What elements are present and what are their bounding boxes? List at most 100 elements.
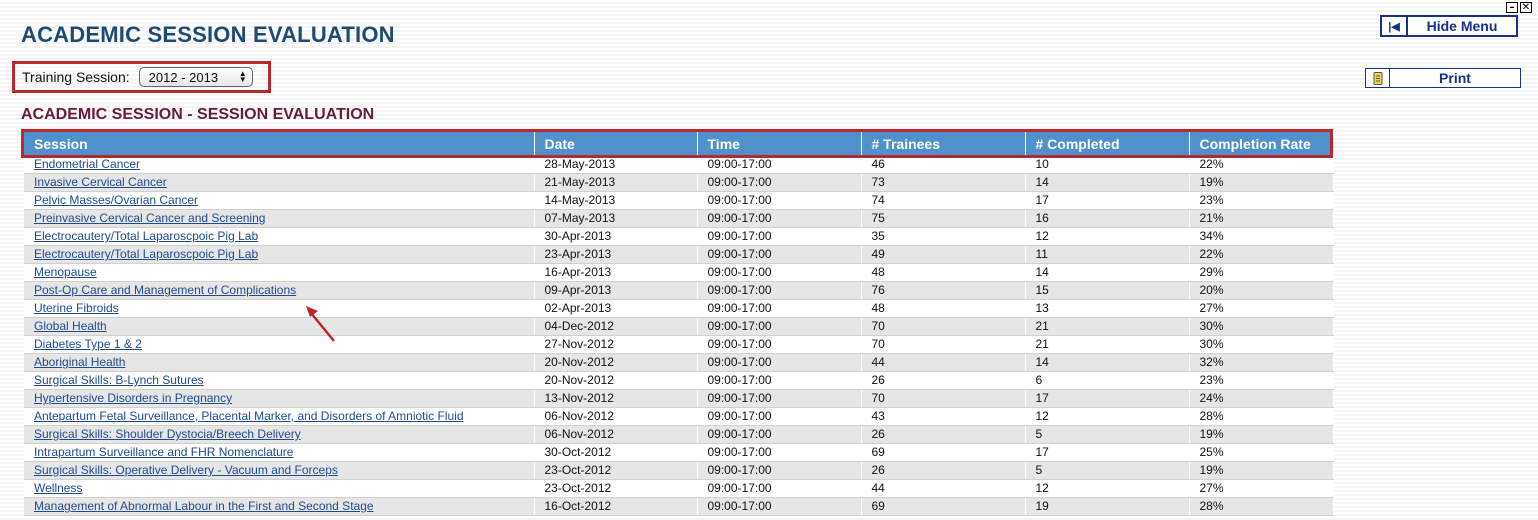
session-link[interactable]: Endometrial Cancer xyxy=(24,155,535,174)
cell-completion-rate: 25% xyxy=(1189,443,1334,462)
cell-trainees: 49 xyxy=(861,245,1026,264)
cell-trainees: 69 xyxy=(861,443,1026,462)
cell-completion-rate: 27% xyxy=(1189,479,1334,498)
session-link[interactable]: Aboriginal Health xyxy=(24,353,535,372)
cell-date: 16-Oct-2012 xyxy=(534,497,698,516)
column-header-date[interactable]: Date xyxy=(534,132,698,155)
cell-time: 09:00-17:00 xyxy=(697,317,862,336)
cell-date: 13-Nov-2012 xyxy=(534,389,698,408)
cell-time: 09:00-17:00 xyxy=(697,227,862,246)
cell-completed: 6 xyxy=(1025,371,1190,390)
cell-completion-rate: 30% xyxy=(1189,335,1334,354)
session-link[interactable]: Pelvic Masses/Ovarian Cancer xyxy=(24,191,535,210)
cell-date: 21-May-2013 xyxy=(534,173,698,192)
cell-completion-rate: 32% xyxy=(1189,353,1334,372)
session-link[interactable]: Hypertensive Disorders in Pregnancy xyxy=(24,389,535,408)
cell-completion-rate: 29% xyxy=(1189,263,1334,282)
table-row: Intrapartum Surveillance and FHR Nomencl… xyxy=(24,443,1334,462)
column-header-time[interactable]: Time xyxy=(697,132,862,155)
cell-time: 09:00-17:00 xyxy=(697,425,862,444)
session-link[interactable]: Invasive Cervical Cancer xyxy=(24,173,535,192)
cell-date: 16-Apr-2013 xyxy=(534,263,698,282)
section-title: ACADEMIC SESSION - SESSION EVALUATION xyxy=(21,106,375,123)
cell-trainees: 26 xyxy=(861,425,1026,444)
session-link[interactable]: Management of Abnormal Labour in the Fir… xyxy=(24,497,535,516)
session-link[interactable]: Electrocautery/Total Laparoscpoic Pig La… xyxy=(24,245,535,264)
cell-trainees: 70 xyxy=(861,335,1026,354)
table-row: Wellness 23-Oct-2012 09:00-17:00 44 12 27% xyxy=(24,479,1334,498)
table-row: Global Health 04-Dec-2012 09:00-17:00 70 21 3… xyxy=(24,317,1334,336)
cell-completion-rate: 28% xyxy=(1189,407,1334,426)
cell-trainees: 26 xyxy=(861,461,1026,480)
session-link[interactable]: Antepartum Fetal Surveillance, Placental… xyxy=(24,407,535,426)
cell-date: 06-Nov-2012 xyxy=(534,425,698,444)
session-link[interactable]: Intrapartum Surveillance and FHR Nomencl… xyxy=(24,443,535,462)
training-session-label: Training Session: xyxy=(22,69,130,85)
session-link[interactable]: Surgical Skills: Shoulder Dystocia/Breec… xyxy=(24,425,535,444)
cell-trainees: 46 xyxy=(861,155,1026,174)
session-link[interactable]: Uterine Fibroids xyxy=(24,299,535,318)
cell-completed: 21 xyxy=(1025,335,1190,354)
training-session-select[interactable]: 2012 - 2013 ▲ ▼ xyxy=(138,67,253,87)
column-header-trainees[interactable]: # Trainees xyxy=(861,132,1026,155)
cell-trainees: 75 xyxy=(861,209,1026,228)
table-row: Surgical Skills: B-Lynch Sutures 20-Nov-2… xyxy=(24,371,1334,390)
session-link[interactable]: Wellness xyxy=(24,479,535,498)
cell-completion-rate: 21% xyxy=(1189,209,1334,228)
cell-completion-rate: 34% xyxy=(1189,227,1334,246)
session-link[interactable]: Preinvasive Cervical Cancer and Screenin… xyxy=(24,209,535,228)
cell-trainees: 73 xyxy=(861,173,1026,192)
table-row: Antepartum Fetal Surveillance, Placental… xyxy=(24,407,1334,426)
session-link[interactable]: Surgical Skills: B-Lynch Sutures xyxy=(24,371,535,390)
table-row: Hypertensive Disorders in Pregnancy 13-No… xyxy=(24,389,1334,408)
cell-trainees: 44 xyxy=(861,479,1026,498)
column-header-completion-rate[interactable]: Completion Rate xyxy=(1189,132,1333,155)
session-link[interactable]: Post-Op Care and Management of Complicat… xyxy=(24,281,535,300)
close-button[interactable]: ✕ xyxy=(1520,2,1532,13)
cell-time: 09:00-17:00 xyxy=(697,245,862,264)
cell-completed: 19 xyxy=(1025,497,1190,516)
cell-trainees: 70 xyxy=(861,317,1026,336)
cell-completion-rate: 27% xyxy=(1189,299,1334,318)
table-row: Aboriginal Health 20-Nov-2012 09:00-17:00 4… xyxy=(24,353,1334,372)
session-link[interactable]: Menopause xyxy=(24,263,535,282)
printer-icon xyxy=(1366,69,1390,87)
session-link[interactable]: Diabetes Type 1 & 2 xyxy=(24,335,535,354)
training-session-filter: Training Session: 2012 - 2013 ▲ ▼ xyxy=(12,61,271,93)
cell-time: 09:00-17:00 xyxy=(697,407,862,426)
hide-menu-button[interactable]: |◀ Hide Menu xyxy=(1380,15,1518,37)
cell-date: 23-Apr-2013 xyxy=(534,245,698,264)
column-header-completed[interactable]: # Completed xyxy=(1025,132,1190,155)
column-header-session[interactable]: Session xyxy=(24,132,535,155)
session-link[interactable]: Global Health xyxy=(24,317,535,336)
cell-completed: 5 xyxy=(1025,425,1190,444)
print-label: Print xyxy=(1439,70,1471,86)
cell-date: 02-Apr-2013 xyxy=(534,299,698,318)
training-session-value: 2012 - 2013 xyxy=(148,69,219,85)
window-controls: – ✕ xyxy=(1506,2,1532,13)
minimize-button[interactable]: – xyxy=(1506,2,1518,13)
cell-completed: 17 xyxy=(1025,443,1190,462)
cell-completed: 14 xyxy=(1025,263,1190,282)
cell-completion-rate: 22% xyxy=(1189,155,1334,174)
cell-completed: 21 xyxy=(1025,317,1190,336)
cell-time: 09:00-17:00 xyxy=(697,461,862,480)
cell-completed: 12 xyxy=(1025,407,1190,426)
cell-completed: 17 xyxy=(1025,389,1190,408)
table-row: Post-Op Care and Management of Complicat… xyxy=(24,281,1334,300)
session-link[interactable]: Electrocautery/Total Laparoscpoic Pig La… xyxy=(24,227,535,246)
session-link[interactable]: Surgical Skills: Operative Delivery - Va… xyxy=(24,461,535,480)
print-button[interactable]: Print xyxy=(1365,68,1521,88)
cell-time: 09:00-17:00 xyxy=(697,389,862,408)
cell-trainees: 48 xyxy=(861,299,1026,318)
cell-completed: 14 xyxy=(1025,353,1190,372)
table-row: Diabetes Type 1 & 2 27-Nov-2012 09:00-17:0… xyxy=(24,335,1334,354)
cell-date: 20-Nov-2012 xyxy=(534,371,698,390)
cell-trainees: 26 xyxy=(861,371,1026,390)
cell-completed: 5 xyxy=(1025,461,1190,480)
cell-date: 09-Apr-2013 xyxy=(534,281,698,300)
cell-date: 23-Oct-2012 xyxy=(534,479,698,498)
table-row: Electrocautery/Total Laparoscpoic Pig La… xyxy=(24,245,1334,264)
cell-completed: 14 xyxy=(1025,173,1190,192)
cell-date: 20-Nov-2012 xyxy=(534,353,698,372)
